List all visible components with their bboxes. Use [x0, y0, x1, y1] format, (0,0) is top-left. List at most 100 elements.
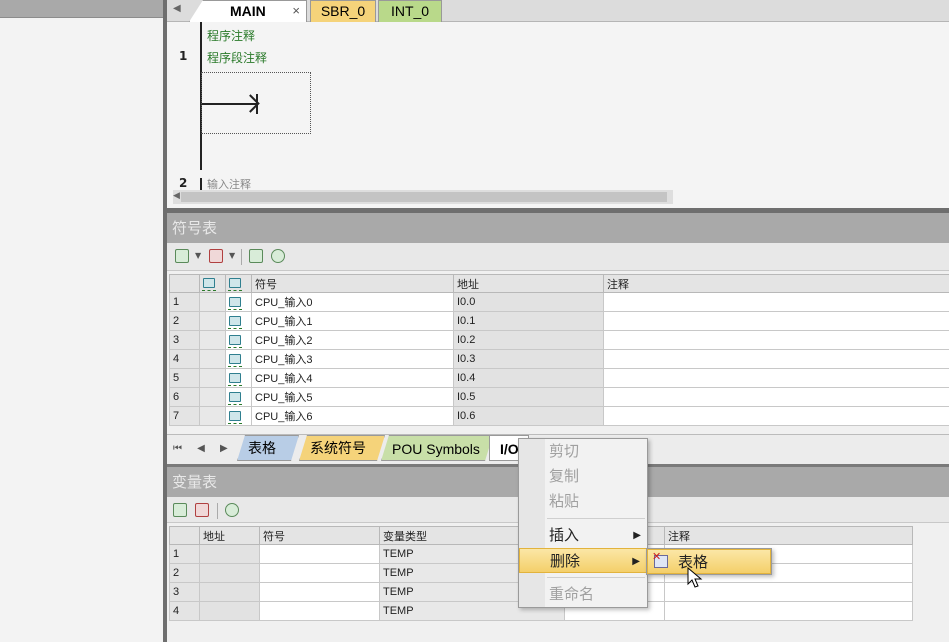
menu-item-rename[interactable]: 重命名 [519, 582, 647, 607]
tab-main-label: MAIN [230, 3, 266, 19]
symbol-cell[interactable]: CPU_输入3 [251, 349, 454, 369]
row-number: 5 [169, 368, 200, 388]
power-rail [200, 178, 202, 190]
program-comment[interactable]: 程序注释 [207, 27, 255, 44]
tab-scroll-left-icon[interactable]: ◀ [173, 3, 181, 14]
table-row[interactable]: 5 CPU_输入4 I0.4 [169, 368, 949, 388]
pou-tab-bar: ◀ MAIN × SBR_0 INT_0 [167, 0, 949, 22]
scrollbar-thumb[interactable] [181, 192, 667, 202]
comment-cell[interactable] [603, 387, 949, 407]
comment-cell[interactable] [664, 601, 913, 621]
menu-item-label: 删除 [550, 552, 581, 570]
tab-sbr[interactable]: SBR_0 [310, 0, 376, 22]
mouse-pointer-icon [687, 567, 703, 588]
symbol-cell[interactable]: CPU_输入5 [251, 387, 454, 407]
chevron-down-icon[interactable]: ▼ [229, 251, 235, 260]
table-row[interactable]: 2 CPU_输入1 I0.1 [169, 311, 949, 331]
symbol-cell[interactable] [259, 563, 380, 583]
insert-row-icon[interactable] [173, 503, 187, 517]
column-header-comment[interactable]: 注释 [664, 526, 913, 545]
status-cell [199, 292, 226, 312]
close-icon[interactable]: × [292, 1, 300, 21]
address-cell[interactable]: I0.6 [453, 406, 604, 426]
address-cell [199, 601, 260, 621]
symbol-cell[interactable] [259, 582, 380, 602]
column-header-comment[interactable]: 注释 [603, 274, 949, 293]
tab-main[interactable]: MAIN × [189, 0, 307, 22]
ladder-editor[interactable]: 程序注释 1 程序段注释 2 输入注释 ◀ [167, 22, 949, 208]
io-symbol-icon [228, 296, 242, 310]
symbol-cell[interactable] [259, 544, 380, 564]
symbol-table-toolbar: ▼ ▼ [167, 243, 949, 271]
apply-icon[interactable] [225, 503, 239, 517]
comment-cell[interactable] [603, 311, 949, 331]
address-cell[interactable]: I0.1 [453, 311, 604, 331]
add-table-icon[interactable] [175, 249, 189, 263]
symbol-type-cell [225, 292, 252, 312]
symbol-type-cell [225, 330, 252, 350]
comment-cell[interactable] [603, 330, 949, 350]
address-cell[interactable]: I0.4 [453, 368, 604, 388]
status-cell [199, 368, 226, 388]
io-symbol-icon [228, 372, 242, 386]
column-header-symbol[interactable]: 符号 [259, 526, 380, 545]
symbol-cell[interactable]: CPU_输入2 [251, 330, 454, 350]
comment-cell[interactable] [603, 368, 949, 388]
menu-item-insert[interactable]: 插入 ▶ [519, 523, 647, 548]
tab-int[interactable]: INT_0 [378, 0, 442, 22]
status-cell [199, 387, 226, 407]
menu-item-copy[interactable]: 复制 [519, 464, 647, 489]
table-row[interactable]: 7 CPU_输入6 I0.6 [169, 406, 949, 426]
network-number: 2 [179, 176, 188, 190]
io-symbol-icon [228, 315, 242, 329]
table-row[interactable]: 3 CPU_输入2 I0.2 [169, 330, 949, 350]
row-number: 6 [169, 387, 200, 407]
address-cell[interactable]: I0.2 [453, 330, 604, 350]
row-number: 7 [169, 406, 200, 426]
comment-cell[interactable] [603, 349, 949, 369]
menu-item-delete[interactable]: 删除 ▶ [519, 548, 647, 573]
address-cell[interactable]: I0.0 [453, 292, 604, 312]
symbol-cell[interactable]: CPU_输入1 [251, 311, 454, 331]
address-cell[interactable]: I0.3 [453, 349, 604, 369]
column-header-address[interactable]: 地址 [453, 274, 604, 293]
symbol-table: 符号 地址 注释 1 CPU_输入0 I0.0 2 CPU_输入1 I0.1 3… [169, 274, 949, 426]
address-cell[interactable]: I0.5 [453, 387, 604, 407]
symbol-cell[interactable] [259, 601, 380, 621]
table-row[interactable]: 6 CPU_输入5 I0.5 [169, 387, 949, 407]
network-comment[interactable]: 程序段注释 [207, 49, 267, 66]
comment-cell[interactable] [603, 406, 949, 426]
menu-item-paste[interactable]: 粘贴 [519, 489, 647, 514]
toolbar-separator [217, 503, 218, 519]
apply-icon[interactable] [271, 249, 285, 263]
submenu-item-table[interactable]: ✕ 表格 [647, 549, 771, 574]
row-number: 3 [169, 330, 200, 350]
submenu-arrow-icon: ▶ [633, 530, 641, 541]
comment-cell[interactable] [603, 292, 949, 312]
delete-row-icon[interactable] [195, 503, 209, 517]
row-number: 1 [169, 544, 200, 564]
chevron-down-icon[interactable]: ▼ [195, 251, 201, 260]
row-number: 2 [169, 311, 200, 331]
symbol-cell[interactable]: CPU_输入4 [251, 368, 454, 388]
table-row[interactable]: 1 CPU_输入0 I0.0 [169, 292, 949, 312]
row-number: 4 [169, 349, 200, 369]
menu-item-cut[interactable]: 剪切 [519, 439, 647, 464]
scroll-left-icon[interactable]: ◀ [173, 191, 180, 201]
symbol-table-title: 符号表 [167, 213, 949, 243]
column-header-symbol[interactable]: 符号 [251, 274, 454, 293]
tab-table-1[interactable]: 表格 1 [237, 435, 299, 461]
table-row[interactable]: 4 CPU_输入3 I0.3 [169, 349, 949, 369]
editor-horizontal-scrollbar[interactable]: ◀ [173, 190, 673, 204]
menu-separator [547, 577, 645, 578]
symbol-icon [228, 278, 242, 291]
tab-pou-symbols[interactable]: POU Symbols [381, 435, 493, 461]
ladder-cell[interactable] [201, 72, 311, 134]
toolbar-separator [241, 249, 242, 265]
column-header-address[interactable]: 地址 [199, 526, 260, 545]
create-symbols-icon[interactable] [249, 249, 263, 263]
symbol-cell[interactable]: CPU_输入6 [251, 406, 454, 426]
symbol-cell[interactable]: CPU_输入0 [251, 292, 454, 312]
tab-system-symbols[interactable]: 系统符号 [299, 435, 385, 461]
delete-table-icon[interactable] [209, 249, 223, 263]
